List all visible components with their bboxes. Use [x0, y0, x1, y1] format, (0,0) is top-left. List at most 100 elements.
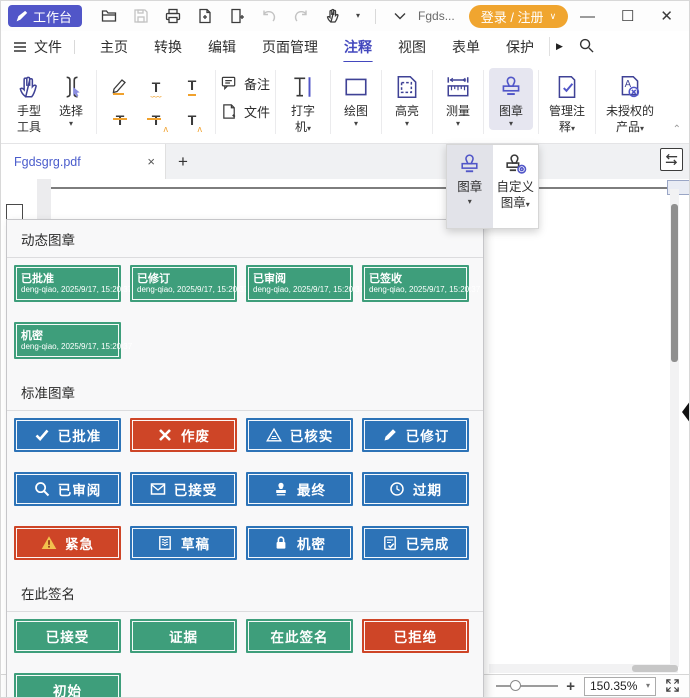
- strikethrough-icon[interactable]: T: [102, 103, 138, 136]
- vertical-scrollbar[interactable]: [670, 189, 679, 667]
- stamp-紧急[interactable]: 紧急: [14, 526, 121, 560]
- menu-item-0[interactable]: 主页: [87, 31, 141, 63]
- typewriter-icon: [290, 70, 316, 104]
- horizontal-scrollbar[interactable]: [489, 664, 678, 673]
- stamp-证据[interactable]: 证据: [130, 619, 237, 653]
- dropdown-stamp-label: 图章: [457, 179, 482, 195]
- squiggly-underline-icon[interactable]: T﹏: [138, 70, 174, 103]
- typewriter-button[interactable]: 打字机▾: [281, 68, 325, 137]
- menu-items: 主页转换编辑页面管理注释视图表单保护: [87, 31, 547, 63]
- select-tool-button[interactable]: 选择 ▾: [51, 68, 91, 130]
- minimize-button[interactable]: —: [580, 9, 595, 24]
- stamp-section-title: 在此签名: [7, 574, 483, 611]
- document-tab[interactable]: Fgdsgrg.pdf ×: [1, 144, 166, 179]
- stamp-草稿[interactable]: 草稿: [130, 526, 237, 560]
- menu-item-1[interactable]: 转换: [141, 31, 195, 63]
- draw-button[interactable]: 绘图 ▾: [336, 68, 376, 130]
- zoom-in-button[interactable]: +: [566, 679, 575, 694]
- zoom-slider-handle[interactable]: [510, 680, 521, 691]
- note-file-group: 备注 文件: [221, 74, 270, 121]
- stamp-已拒绝[interactable]: 已拒绝: [362, 619, 469, 653]
- chevron-down-icon[interactable]: [391, 8, 408, 25]
- menu-item-3[interactable]: 页面管理: [249, 31, 331, 63]
- text-markup-group: T﹏ T T Tʌ Tʌ: [102, 70, 210, 136]
- stamp-已批准[interactable]: 已批准: [14, 418, 121, 452]
- side-panel-collapse-handle[interactable]: [682, 400, 690, 424]
- warning-icon: [41, 535, 57, 551]
- file-menu[interactable]: 文件: [13, 37, 62, 57]
- new-tab-button[interactable]: +: [166, 144, 200, 179]
- undo-icon[interactable]: [260, 8, 277, 25]
- horizontal-scrollbar-thumb[interactable]: [632, 665, 678, 672]
- dynamic-stamp-已批准[interactable]: 已批准deng-qiao, 2025/9/17, 15:20:37: [14, 265, 121, 302]
- dynamic-stamp-机密[interactable]: 机密deng-qiao, 2025/9/17, 15:20:37: [14, 322, 121, 359]
- login-register-button[interactable]: 登录 / 注册 ∨: [469, 5, 568, 28]
- file-menu-label: 文件: [34, 37, 62, 57]
- stamp-过期[interactable]: 过期: [362, 472, 469, 506]
- stamp-机密[interactable]: 机密: [246, 526, 353, 560]
- menu-item-4[interactable]: 注释: [331, 31, 385, 63]
- done-doc-icon: [382, 535, 398, 551]
- menu-overflow-button[interactable]: ▶: [549, 37, 569, 56]
- export-page-icon[interactable]: [196, 8, 213, 25]
- stamp-作废[interactable]: 作废: [130, 418, 237, 452]
- stamp-icon: [273, 481, 289, 497]
- manage-comments-button[interactable]: 管理注释▾: [544, 68, 590, 137]
- document-title-truncated: Fgds...: [418, 9, 455, 23]
- zoom-slider-track[interactable]: [496, 685, 558, 687]
- toolbar-collapse-icon[interactable]: ⌃: [673, 124, 681, 135]
- stamp-button[interactable]: 图章 ▾: [489, 68, 533, 130]
- stamp-已完成[interactable]: 已完成: [362, 526, 469, 560]
- dynamic-stamp-已修订[interactable]: 已修订deng-qiao, 2025/9/17, 15:20:37: [130, 265, 237, 302]
- vertical-scrollbar-thumb[interactable]: [671, 204, 678, 362]
- search-icon[interactable]: [579, 38, 594, 56]
- stamp-已接受[interactable]: 已接受: [130, 472, 237, 506]
- toolbar-divider: [275, 70, 276, 134]
- stamp-在此签名[interactable]: 在此签名: [246, 619, 353, 653]
- menu-item-2[interactable]: 编辑: [195, 31, 249, 63]
- unauthorized-product-button[interactable]: A 未授权的产品▾: [601, 68, 659, 137]
- zoom-level-select[interactable]: 150.35% ▾: [584, 677, 656, 696]
- underline-text-icon[interactable]: T: [174, 70, 210, 103]
- new-page-icon[interactable]: [228, 8, 245, 25]
- dropdown-custom-stamp-item[interactable]: 自定义图章▾: [493, 145, 539, 228]
- hand-tool-label: 手型工具: [15, 104, 43, 135]
- menu-item-5[interactable]: 视图: [385, 31, 439, 63]
- open-folder-icon[interactable]: [100, 8, 117, 25]
- highlighter-icon[interactable]: [102, 70, 138, 103]
- menu-item-7[interactable]: 保护: [493, 31, 547, 63]
- measure-button[interactable]: 测量 ▾: [438, 68, 478, 130]
- replace-text-icon[interactable]: Tʌ: [138, 103, 174, 136]
- redo-icon[interactable]: [292, 8, 309, 25]
- insert-text-icon[interactable]: Tʌ: [174, 103, 210, 136]
- stamp-已核实[interactable]: 已核实: [246, 418, 353, 452]
- close-button[interactable]: ✕: [660, 9, 673, 24]
- workspace-button[interactable]: 工作台: [8, 5, 82, 27]
- stamp-已审阅[interactable]: 已审阅: [14, 472, 121, 506]
- hand-drag-caret[interactable]: ▾: [356, 12, 360, 20]
- zoom-slider[interactable]: +: [496, 679, 575, 694]
- hand-drag-icon[interactable]: [324, 8, 341, 25]
- highlight-button[interactable]: 高亮 ▾: [387, 68, 427, 130]
- tab-close-icon[interactable]: ×: [147, 154, 155, 169]
- stamp-已修订[interactable]: 已修订: [362, 418, 469, 452]
- save-icon[interactable]: [132, 8, 149, 25]
- print-icon[interactable]: [164, 8, 181, 25]
- stamp-初始[interactable]: 初始: [14, 673, 121, 698]
- stamp-icon: [498, 70, 524, 104]
- fullscreen-icon[interactable]: [665, 678, 681, 694]
- dropdown-stamp-item[interactable]: 图章 ▾: [447, 145, 493, 228]
- stamp-grid: 已接受证据在此签名已拒绝初始: [7, 612, 483, 698]
- file-attach-button[interactable]: 文件: [221, 102, 270, 121]
- note-button[interactable]: 备注: [221, 74, 270, 93]
- hand-tool-button[interactable]: 手型工具: [7, 68, 51, 137]
- note-bubble-icon: [221, 75, 238, 92]
- menu-item-6[interactable]: 表单: [439, 31, 493, 63]
- stamp-最终[interactable]: 最终: [246, 472, 353, 506]
- dynamic-stamp-已审阅[interactable]: 已审阅deng-qiao, 2025/9/17, 15:20:37: [246, 265, 353, 302]
- toolbar-divider: [215, 70, 216, 134]
- dynamic-stamp-已签收[interactable]: 已签收deng-qiao, 2025/9/17, 15:20:37: [362, 265, 469, 302]
- panel-toggle-button[interactable]: [660, 148, 683, 171]
- maximize-button[interactable]: ☐: [621, 9, 634, 24]
- stamp-已接受[interactable]: 已接受: [14, 619, 121, 653]
